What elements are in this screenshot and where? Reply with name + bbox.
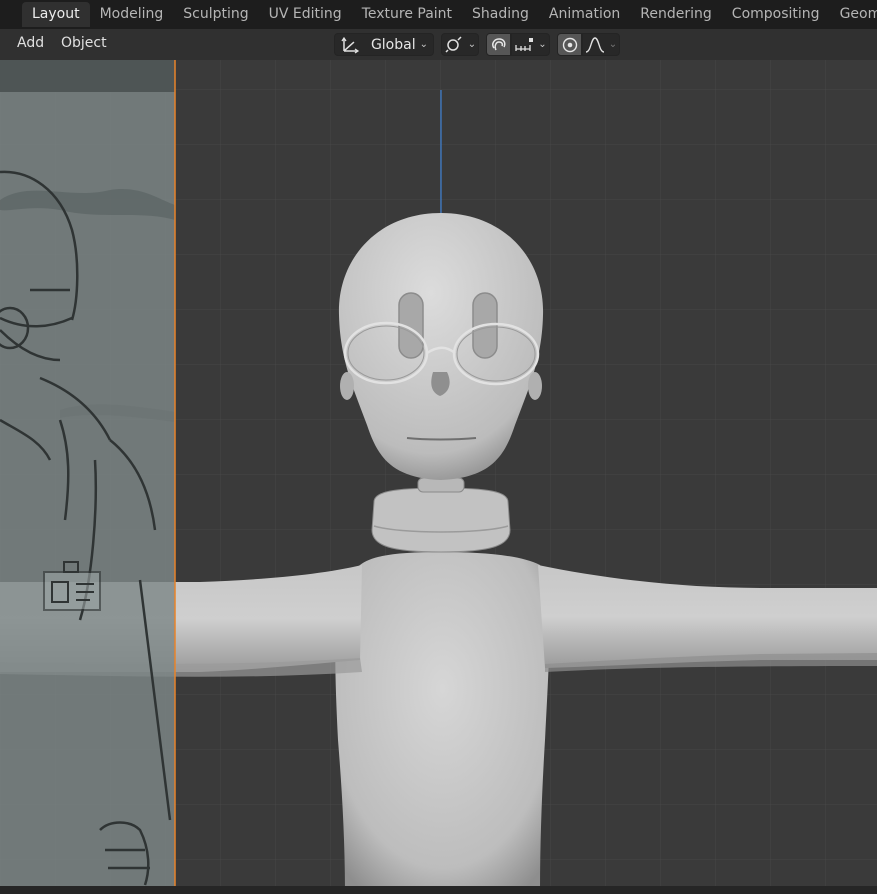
chevron-down-icon: ⌄ — [608, 39, 618, 50]
tab-animation[interactable]: Animation — [539, 2, 630, 27]
snap-target-dropdown[interactable]: ⌄ — [511, 33, 550, 56]
reference-image — [0, 60, 175, 894]
snap-toggle[interactable] — [486, 33, 511, 56]
falloff-curve-icon — [585, 36, 605, 53]
chevron-down-icon: ⌄ — [419, 39, 428, 50]
viewport-canvas — [0, 60, 877, 894]
tab-rendering[interactable]: Rendering — [630, 2, 722, 27]
pivot-point-icon — [445, 35, 462, 53]
tab-geome[interactable]: Geome — [830, 2, 877, 27]
chevron-down-icon: ⌄ — [538, 39, 547, 50]
tab-uv-editing[interactable]: UV Editing — [259, 2, 352, 27]
snap-increment-icon — [515, 37, 534, 51]
object-menu[interactable]: Object — [61, 35, 107, 51]
transform-orientation-label: Global — [370, 36, 416, 53]
tab-compositing[interactable]: Compositing — [722, 2, 830, 27]
proportional-falloff-dropdown[interactable]: ⌄ — [582, 33, 620, 56]
tab-shading[interactable]: Shading — [462, 2, 539, 27]
workspace-tab-bar: Layout Modeling Sculpting UV Editing Texture… — [0, 0, 877, 29]
proportional-editing-toggle[interactable] — [557, 33, 582, 56]
proportional-editing-icon — [562, 37, 577, 52]
snap-magnet-icon — [491, 37, 506, 50]
transform-orientation-icon — [341, 36, 360, 54]
pivot-point-dropdown[interactable]: ⌄ — [441, 33, 479, 56]
3d-viewport[interactable] — [0, 60, 877, 894]
status-bar — [0, 886, 877, 894]
tab-sculpting[interactable]: Sculpting — [173, 2, 258, 27]
tab-layout[interactable]: Layout — [22, 2, 90, 27]
tab-texture-paint[interactable]: Texture Paint — [352, 2, 462, 27]
transform-orientation-dropdown[interactable]: Global ⌄ — [334, 33, 434, 56]
chevron-down-icon: ⌄ — [467, 39, 477, 50]
viewport-header: Add Object Global ⌄ ⌄ ⌄ ⌄ — [0, 29, 877, 60]
add-menu[interactable]: Add — [17, 35, 44, 51]
tab-modeling[interactable]: Modeling — [90, 2, 174, 27]
workspace-tabs: Layout Modeling Sculpting UV Editing Texture… — [22, 2, 877, 27]
